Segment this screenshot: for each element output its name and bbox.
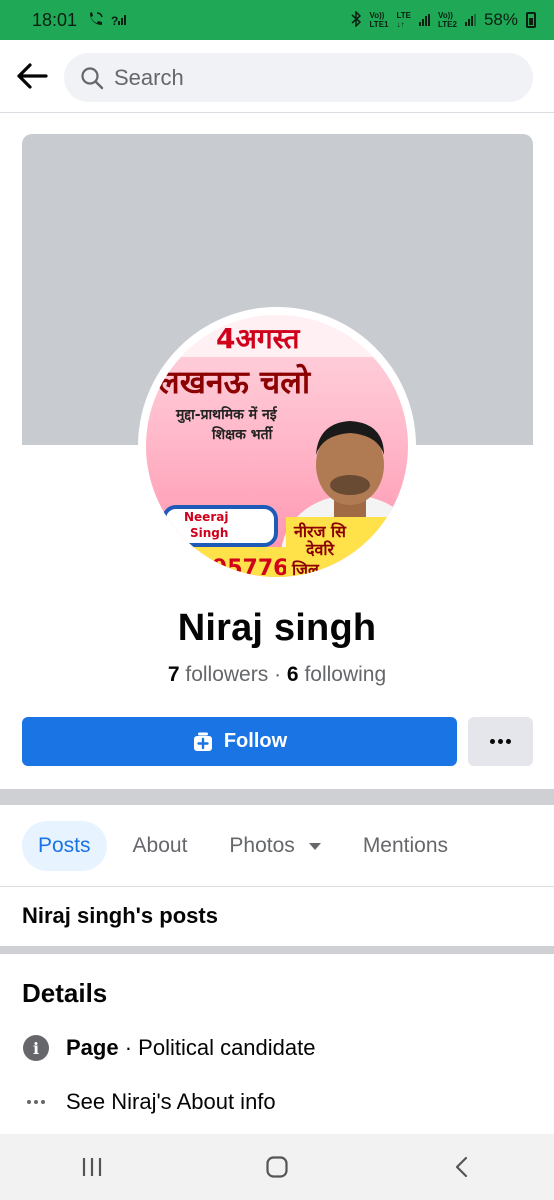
status-bar: 18:01 ? Vo)) LTE1 LTE ↓↑ Vo)) LTE2 58% [0, 0, 554, 40]
svg-text:शिक्षक भर्ती: शिक्षक भर्ती [211, 426, 274, 443]
follow-button[interactable]: Follow [22, 717, 457, 766]
profile-name: Niraj singh [177, 607, 377, 649]
counts-separator: · [274, 663, 282, 686]
svg-text:नीरज सि: नीरज सि [293, 522, 347, 541]
system-nav-bar [0, 1134, 554, 1200]
sim2-indicator: Vo)) LTE2 [438, 11, 457, 29]
wifi-call-icon [87, 11, 105, 30]
recents-button[interactable] [57, 1142, 127, 1192]
search-placeholder: Search [114, 64, 184, 90]
followers-label[interactable]: followers [185, 663, 268, 686]
home-button[interactable] [242, 1142, 312, 1192]
divider [0, 886, 554, 887]
more-dots-icon [489, 739, 513, 744]
sim1-indicator: Vo)) LTE1 [369, 11, 389, 29]
info-icon: i [23, 1035, 49, 1061]
profile-picture-image: 4अगस्त लखनऊ चलो मुद्दा-प्राथमिक में नई श… [146, 315, 408, 577]
detail-category-value: Political candidate [138, 1035, 316, 1060]
search-icon [81, 66, 104, 89]
bluetooth-icon [350, 9, 362, 30]
tab-photos[interactable]: Photos [213, 821, 336, 871]
battery-percent: 58% [483, 10, 518, 29]
detail-category-sep: · [118, 1035, 139, 1060]
status-left-icons: ? [87, 11, 127, 30]
svg-text:4अगस्त: 4अगस्त [216, 322, 301, 355]
svg-text:मुद्दा-प्राथमिक में नई: मुद्दा-प्राथमिक में नई [175, 406, 278, 424]
detail-category-label: Page [66, 1035, 119, 1060]
section-divider [0, 789, 554, 805]
more-horizontal-icon [26, 1100, 47, 1104]
follow-button-label: Follow [223, 730, 288, 752]
app-screen: 18:01 ? Vo)) LTE1 LTE ↓↑ Vo)) LTE2 58% S… [0, 0, 554, 1200]
followers-count[interactable]: 7 [168, 663, 180, 686]
following-label[interactable]: following [304, 663, 386, 686]
detail-category-row: i Page · Political candidate [22, 1034, 316, 1062]
caret-down-icon [308, 842, 321, 850]
svg-text:देवरि: देवरि [305, 540, 336, 559]
signal2-icon [464, 14, 476, 26]
following-count[interactable]: 6 [287, 663, 299, 686]
back-button[interactable] [0, 46, 64, 106]
more-options-button[interactable] [468, 717, 533, 766]
search-input[interactable]: Search [64, 53, 533, 102]
battery-icon [526, 12, 536, 28]
recents-icon [83, 1158, 102, 1176]
details-title: Details [22, 978, 108, 1008]
chevron-left-icon [455, 1156, 467, 1178]
svg-text:Neeraj: Neeraj [184, 510, 228, 524]
no-signal-icon: ? [111, 13, 127, 28]
arrow-left-icon [17, 63, 48, 89]
system-back-button[interactable] [427, 1142, 497, 1192]
tab-posts[interactable]: Posts [22, 821, 107, 871]
profile-tabs: Posts About Photos Mentions [22, 820, 474, 872]
status-right: Vo)) LTE1 LTE ↓↑ Vo)) LTE2 58% [350, 9, 536, 30]
tab-mentions[interactable]: Mentions [347, 821, 464, 871]
follow-page-icon [193, 732, 212, 751]
profile-picture[interactable]: 4अगस्त लखनऊ चलो मुद्दा-प्राथमिक में नई श… [138, 307, 416, 585]
posts-section-title: Niraj singh's posts [22, 903, 218, 928]
tab-about[interactable]: About [117, 821, 204, 871]
top-bar: Search [0, 40, 554, 113]
section-divider [0, 946, 554, 954]
svg-text:जिल: जिल [291, 560, 320, 577]
see-about-info-label: See Niraj's About info [66, 1089, 276, 1114]
signal1-icon [419, 14, 430, 26]
status-time: 18:01 [32, 9, 78, 30]
lte-indicator: LTE ↓↑ [396, 11, 411, 29]
home-icon [266, 1156, 288, 1178]
svg-text:58695776: 58695776 [166, 556, 288, 577]
svg-text:लखनऊ चलो: लखनऊ चलो [157, 363, 312, 401]
see-about-info-link[interactable]: See Niraj's About info [22, 1088, 276, 1116]
svg-text:Singh: Singh [190, 526, 228, 540]
follow-counts: 7 followers · 6 following [0, 663, 554, 687]
